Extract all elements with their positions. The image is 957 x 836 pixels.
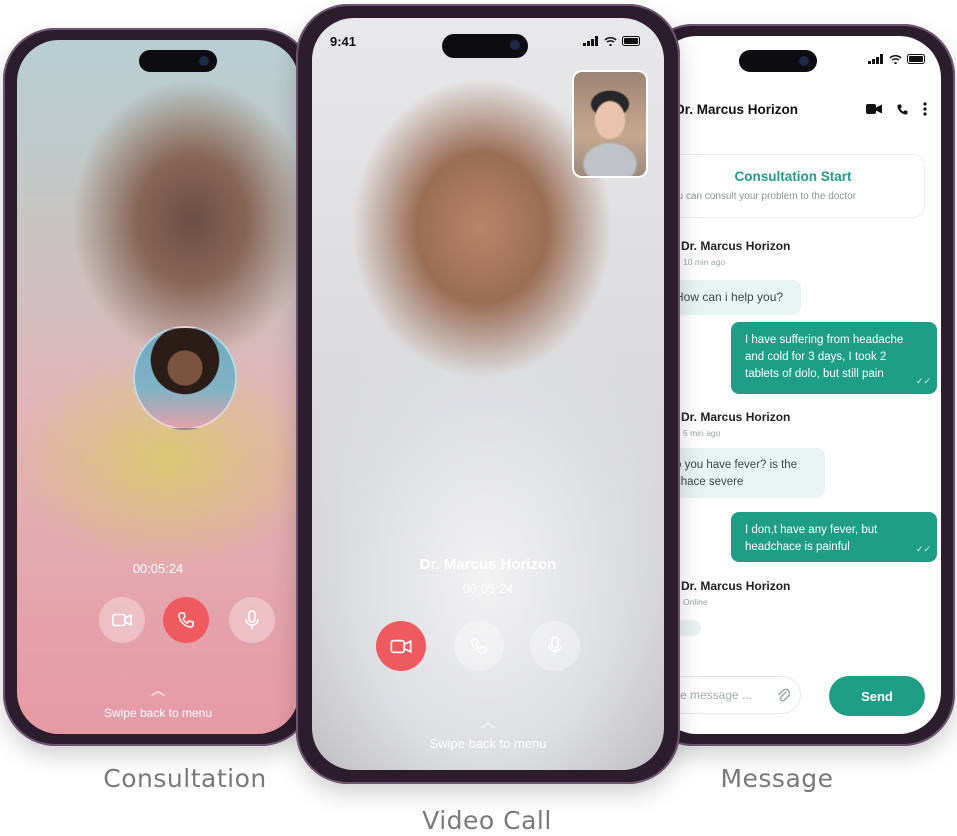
end-call-button[interactable] <box>454 621 504 671</box>
chat-contact-name: Dr. Marcus Horizon <box>675 102 799 117</box>
caller-avatar <box>133 326 237 430</box>
status-icons <box>868 54 927 64</box>
outgoing-message-text: I don,t have any fever, but headchace is… <box>745 524 878 553</box>
phone-icon <box>178 612 194 628</box>
video-camera-icon <box>390 639 412 653</box>
video-toggle-button[interactable] <box>99 597 145 643</box>
call-timer: 00:05:24 <box>462 581 514 596</box>
wifi-icon <box>889 54 902 64</box>
sender-name: Dr. Marcus Horizon <box>681 239 791 253</box>
attachment-icon[interactable] <box>776 687 790 703</box>
sender-time: 5 min ago <box>683 428 721 438</box>
video-call-icon[interactable] <box>866 103 882 115</box>
sender-time: 10 min ago <box>683 257 726 267</box>
camera-notch <box>139 50 217 72</box>
camera-notch <box>442 34 528 58</box>
double-check-icon: ✓✓ <box>915 376 931 386</box>
outgoing-message: I have suffering from headache and cold … <box>731 322 937 394</box>
message-screen: Dr. Marcus Horizon Consultation Start ou… <box>655 36 941 734</box>
microphone-icon <box>245 610 259 629</box>
consultation-screen: 00:05:24 ︿ Swipe back to menu <box>17 40 299 734</box>
video-toggle-button[interactable] <box>376 621 426 671</box>
microphone-icon <box>548 636 562 655</box>
message-input-placeholder: e message ... <box>680 688 753 702</box>
video-call-phone: 9:41 Dr. Marcus Horizon 00:05:24 ︿ Swipe… <box>296 4 680 784</box>
consultation-phone: 00:05:24 ︿ Swipe back to menu <box>3 28 313 746</box>
signal-icon <box>583 36 598 46</box>
outgoing-message-text: I have suffering from headache and cold … <box>745 334 904 380</box>
chat-actions <box>866 102 927 116</box>
send-button[interactable]: Send <box>829 676 925 716</box>
chevron-up-icon[interactable]: ︿ <box>17 680 299 700</box>
chevron-up-icon[interactable]: ︿ <box>312 712 664 732</box>
outgoing-message: I don,t have any fever, but headchace is… <box>731 512 937 562</box>
wifi-icon <box>604 36 617 46</box>
consultation-start-card: Consultation Start ou can consult your p… <box>661 154 925 218</box>
consultation-start-subtitle: ou can consult your problem to the docto… <box>672 191 856 202</box>
more-options-icon[interactable] <box>923 102 927 116</box>
message-phone: Dr. Marcus Horizon Consultation Start ou… <box>641 24 955 746</box>
battery-icon <box>622 36 640 46</box>
message-input[interactable]: e message ... <box>665 676 801 714</box>
sender-status: Online <box>683 597 708 607</box>
video-camera-icon <box>112 613 132 627</box>
incoming-message: o you have fever? is the chace severe <box>665 448 825 498</box>
status-icons <box>583 36 642 46</box>
doctor-name: Dr. Marcus Horizon <box>419 556 557 573</box>
signal-icon <box>868 54 883 64</box>
incoming-message: How can i help you? <box>665 280 801 315</box>
caption-video-call: Video Call <box>422 806 552 835</box>
swipe-back-hint[interactable]: Swipe back to menu <box>17 706 299 720</box>
self-view-thumbnail[interactable] <box>572 70 648 178</box>
caption-consultation: Consultation <box>103 764 267 793</box>
double-check-icon: ✓✓ <box>915 544 931 554</box>
mute-button[interactable] <box>530 621 580 671</box>
status-time: 9:41 <box>330 34 357 49</box>
camera-notch <box>739 50 817 72</box>
phone-icon <box>471 638 487 654</box>
consultation-start-title: Consultation Start <box>734 169 852 184</box>
battery-icon <box>907 54 925 64</box>
caption-message: Message <box>720 764 834 793</box>
video-call-screen: 9:41 Dr. Marcus Horizon 00:05:24 ︿ Swipe… <box>312 18 664 770</box>
sender-name: Dr. Marcus Horizon <box>681 410 791 424</box>
chat-header: Dr. Marcus Horizon <box>675 100 931 124</box>
call-timer: 00:05:24 <box>132 561 184 576</box>
sender-name: Dr. Marcus Horizon <box>681 579 791 593</box>
swipe-back-hint[interactable]: Swipe back to menu <box>312 736 664 751</box>
voice-call-icon[interactable] <box>896 103 909 116</box>
end-call-button[interactable] <box>163 597 209 643</box>
mute-button[interactable] <box>229 597 275 643</box>
